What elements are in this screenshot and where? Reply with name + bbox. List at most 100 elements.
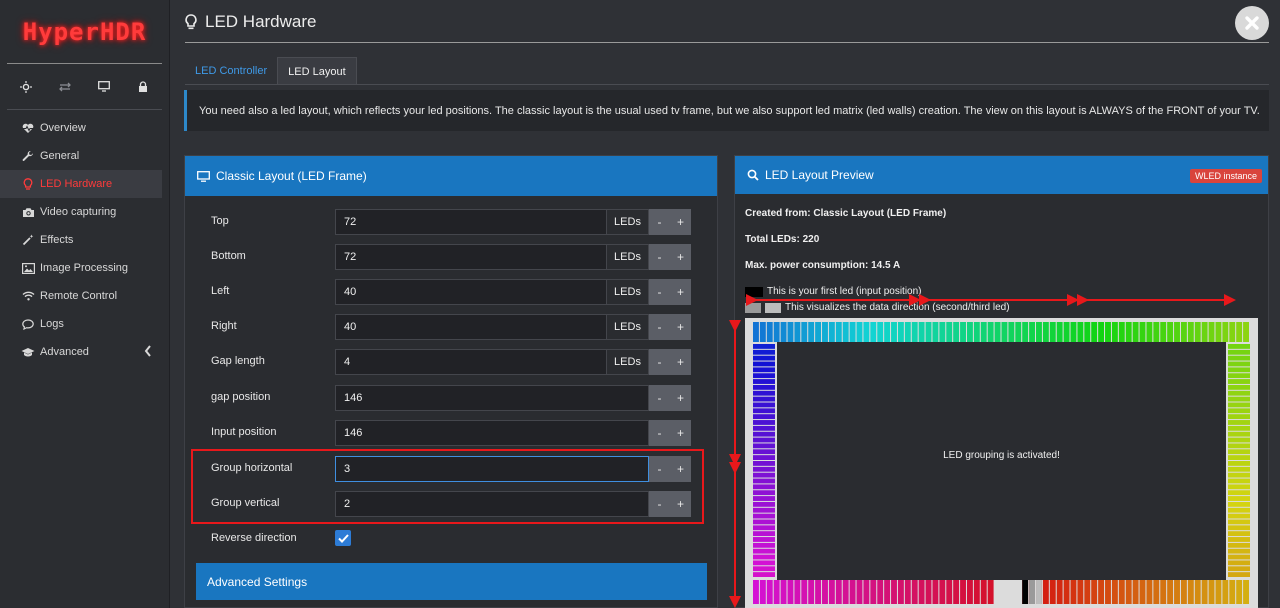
sun-icon[interactable] — [16, 77, 36, 97]
sidebar-item-remote-control[interactable]: Remote Control — [0, 282, 162, 310]
unit-label: LEDs — [607, 244, 649, 270]
led-bottom — [1180, 580, 1187, 604]
led-right — [1228, 408, 1250, 414]
led-right — [1228, 379, 1250, 384]
led-bottom — [1042, 580, 1049, 604]
tab-bar: LED Controller LED Layout — [185, 57, 357, 85]
led-right — [1228, 484, 1250, 490]
decrement-button[interactable]: - — [649, 244, 670, 270]
increment-button[interactable]: + — [670, 209, 691, 235]
led-left — [753, 461, 775, 466]
sidebar-item-logs[interactable]: Logs — [0, 310, 162, 338]
led-bottom — [1063, 580, 1070, 604]
sidebar-item-video-capturing[interactable]: Video capturing — [0, 198, 162, 226]
led-bottom — [904, 580, 911, 604]
decrement-button[interactable]: - — [649, 420, 670, 446]
logo[interactable]: HyperHDR — [7, 0, 162, 64]
led-top — [835, 322, 842, 342]
led-top — [822, 322, 828, 342]
led-left — [753, 349, 775, 355]
led-top — [1029, 322, 1036, 342]
sidebar-item-label: Overview — [40, 122, 86, 134]
sidebar-item-image-processing[interactable]: Image Processing — [0, 254, 162, 282]
lock-icon[interactable] — [133, 77, 153, 97]
decrement-button[interactable]: - — [649, 314, 670, 340]
close-icon — [1244, 15, 1260, 31]
led-top — [966, 322, 973, 342]
led-bottom — [1146, 580, 1153, 604]
lightbulb-icon — [185, 14, 197, 30]
bottom-leds-input[interactable]: 72 — [335, 244, 607, 270]
form-row-input-position: Input position 146 - + — [211, 420, 691, 446]
increment-button[interactable]: + — [670, 385, 691, 411]
decrement-button[interactable]: - — [649, 279, 670, 305]
increment-button[interactable]: + — [670, 314, 691, 340]
sidebar-item-overview[interactable]: Overview — [0, 114, 162, 142]
led-right — [1228, 367, 1250, 373]
legend-first-led: This is your first led (input position) — [745, 286, 922, 297]
decrement-button[interactable]: - — [649, 385, 670, 411]
direction-swatch-1 — [745, 302, 761, 313]
led-right — [1228, 466, 1250, 472]
led-top — [904, 322, 911, 342]
left-leds-input[interactable]: 40 — [335, 279, 607, 305]
graduation-cap-icon — [20, 344, 36, 360]
gap-length-input[interactable]: 4 — [335, 349, 607, 375]
direction-led-marker — [1036, 580, 1042, 604]
classic-layout-header[interactable]: Classic Layout (LED Frame) — [185, 156, 717, 196]
first-led-marker — [1022, 580, 1029, 604]
increment-button[interactable]: + — [670, 420, 691, 446]
camera-icon — [20, 204, 36, 220]
sidebar-item-general[interactable]: General — [0, 142, 162, 170]
field-label: Input position — [211, 426, 277, 438]
led-left — [753, 379, 775, 384]
gap-position-input[interactable]: 146 — [335, 385, 649, 411]
led-top — [1077, 322, 1084, 342]
lightbulb-icon — [20, 176, 36, 192]
increment-button[interactable]: + — [670, 244, 691, 270]
led-left — [753, 525, 775, 531]
led-bottom — [801, 580, 808, 604]
input-position-input[interactable]: 146 — [335, 420, 649, 446]
led-left — [753, 531, 775, 537]
led-left — [753, 519, 775, 525]
annotation-highlight-box — [191, 449, 704, 524]
led-bottom — [835, 580, 842, 604]
right-leds-input[interactable]: 40 — [335, 314, 607, 340]
close-button[interactable] — [1235, 6, 1269, 40]
sidebar-item-advanced[interactable]: Advanced — [0, 338, 162, 366]
led-bottom — [946, 580, 953, 604]
led-left — [753, 560, 775, 566]
led-top — [766, 322, 773, 342]
exchange-icon[interactable] — [55, 77, 75, 97]
advanced-settings-header[interactable]: Advanced Settings — [196, 563, 707, 600]
chat-icon — [20, 316, 36, 332]
search-icon — [747, 169, 759, 181]
led-bottom — [1077, 580, 1084, 604]
led-bottom — [1167, 580, 1174, 604]
monitor-icon[interactable] — [94, 77, 114, 97]
led-top — [794, 322, 801, 342]
decrement-button[interactable]: - — [649, 349, 670, 375]
led-top — [946, 322, 953, 342]
tab-led-controller[interactable]: LED Controller — [185, 57, 277, 85]
sidebar-item-effects[interactable]: Effects — [0, 226, 162, 254]
classic-layout-title: Classic Layout (LED Frame) — [216, 169, 367, 183]
led-right — [1228, 437, 1250, 443]
wifi-icon — [20, 288, 36, 304]
increment-button[interactable]: + — [670, 279, 691, 305]
decrement-button[interactable]: - — [649, 209, 670, 235]
sidebar-item-led-hardware[interactable]: LED Hardware — [0, 170, 162, 198]
field-label: Gap length — [211, 355, 265, 367]
led-left — [753, 420, 775, 425]
led-bottom — [1187, 580, 1194, 604]
top-leds-input[interactable]: 72 — [335, 209, 607, 235]
led-left — [753, 566, 775, 572]
tab-led-layout[interactable]: LED Layout — [277, 57, 357, 85]
led-bottom — [1236, 580, 1243, 604]
led-top — [1236, 322, 1243, 342]
led-top — [773, 322, 780, 342]
sidebar-item-label: Effects — [40, 234, 74, 246]
reverse-direction-checkbox[interactable] — [335, 530, 351, 546]
increment-button[interactable]: + — [670, 349, 691, 375]
